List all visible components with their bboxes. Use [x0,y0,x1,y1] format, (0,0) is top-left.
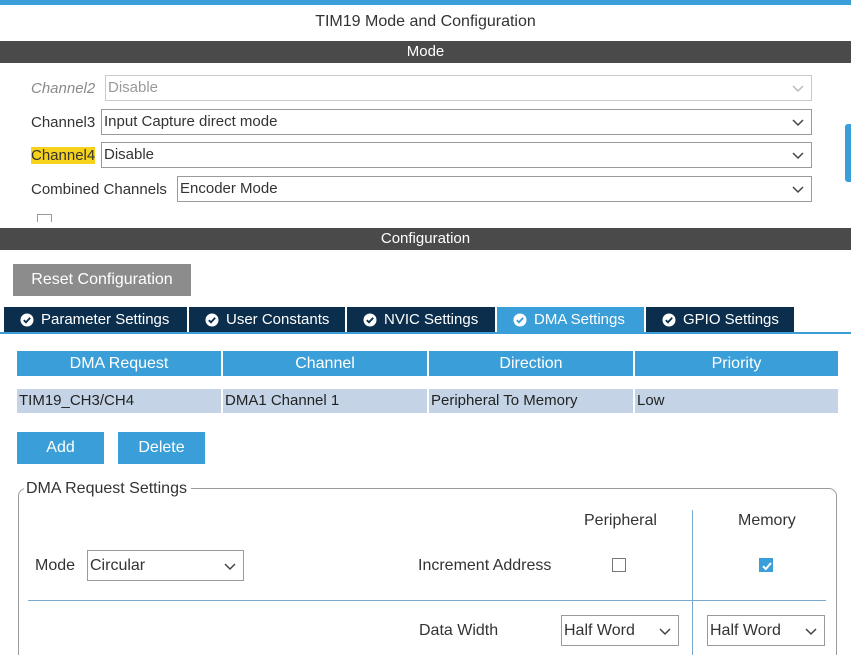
memory-data-width-value: Half Word [710,622,781,639]
check-circle-icon [363,313,377,327]
combined-channels-row: Combined Channels [31,176,169,202]
data-width-label: Data Width [419,622,499,639]
tab-label: Parameter Settings [41,311,170,328]
channel2-label: Channel2 [31,79,96,97]
peripheral-data-width-value: Half Word [564,622,635,639]
checkmark-icon [762,562,772,571]
check-circle-icon [513,313,527,327]
channel4-label: Channel4 [31,146,96,164]
mode-section-header: Mode [0,41,851,63]
chevron-down-icon [791,148,805,162]
combined-channels-select[interactable]: Encoder Mode [177,176,812,202]
chevron-down-icon [804,624,818,638]
mode-label: Mode [35,557,76,574]
channel3-select[interactable]: Input Capture direct mode [101,109,812,135]
peripheral-data-width-select[interactable]: Half Word [561,615,679,646]
channel3-value: Input Capture direct mode [104,113,278,130]
settings-tabs: Parameter Settings User Constants NVIC S… [4,307,796,332]
tab-nvic-settings[interactable]: NVIC Settings [347,307,495,332]
mode-scrollbar[interactable] [845,124,851,182]
column-divider [692,510,693,655]
partial-checkbox[interactable] [37,214,52,222]
peripheral-header: Peripheral [584,512,657,529]
chevron-down-icon [791,182,805,196]
channel4-value: Disable [104,146,155,163]
window-title: TIM19 Mode and Configuration [315,13,536,30]
check-circle-icon [662,313,676,327]
column-header-channel[interactable]: Channel [223,351,427,376]
chevron-down-icon [791,115,805,129]
peripheral-increment-checkbox[interactable] [612,558,626,572]
memory-increment-checkbox[interactable] [759,558,773,572]
delete-button[interactable]: Delete [118,432,205,464]
memory-data-width-select[interactable]: Half Word [707,615,825,646]
cell-dma-request[interactable]: TIM19_CH3/CH4 [17,389,221,413]
tab-label: User Constants [226,311,330,328]
column-header-priority[interactable]: Priority [635,351,838,376]
column-header-dma-request[interactable]: DMA Request [17,351,221,376]
channel2-select[interactable]: Disable [105,75,812,101]
column-header-direction[interactable]: Direction [429,351,633,376]
chevron-down-icon [791,81,805,95]
combined-channels-value: Encoder Mode [180,180,278,197]
channel4-row: Channel4 [31,142,97,168]
channel4-select[interactable]: Disable [101,142,812,168]
tab-label: GPIO Settings [683,311,779,328]
tab-dma-settings[interactable]: DMA Settings [497,307,644,332]
cell-direction[interactable]: Peripheral To Memory [429,389,633,413]
row-divider [28,600,826,601]
channel3-label: Channel3 [31,113,96,131]
tab-parameter-settings[interactable]: Parameter Settings [4,307,187,332]
check-circle-icon [205,313,219,327]
channel2-row: Channel2 [31,75,97,101]
mode-select[interactable]: Circular [87,550,244,581]
cell-channel[interactable]: DMA1 Channel 1 [223,389,427,413]
top-accent-line [0,0,851,5]
reset-configuration-button[interactable]: Reset Configuration [13,264,191,296]
channel3-row: Channel3 [31,109,97,135]
chevron-down-icon [658,624,672,638]
tab-gpio-settings[interactable]: GPIO Settings [646,307,794,332]
channel2-value: Disable [108,79,159,96]
check-circle-icon [20,313,34,327]
cell-priority[interactable]: Low [635,389,838,413]
dma-request-settings-legend: DMA Request Settings [24,480,191,498]
tab-label: DMA Settings [534,311,625,328]
tab-label: NVIC Settings [384,311,479,328]
memory-header: Memory [738,512,796,529]
combined-channels-label: Combined Channels [31,180,167,198]
mode-value: Circular [90,557,146,574]
add-button[interactable]: Add [17,432,104,464]
chevron-down-icon [223,559,237,573]
configuration-section-header: Configuration [0,228,851,250]
increment-address-label: Increment Address [418,557,552,574]
tab-underline [0,332,851,334]
tab-user-constants[interactable]: User Constants [189,307,345,332]
